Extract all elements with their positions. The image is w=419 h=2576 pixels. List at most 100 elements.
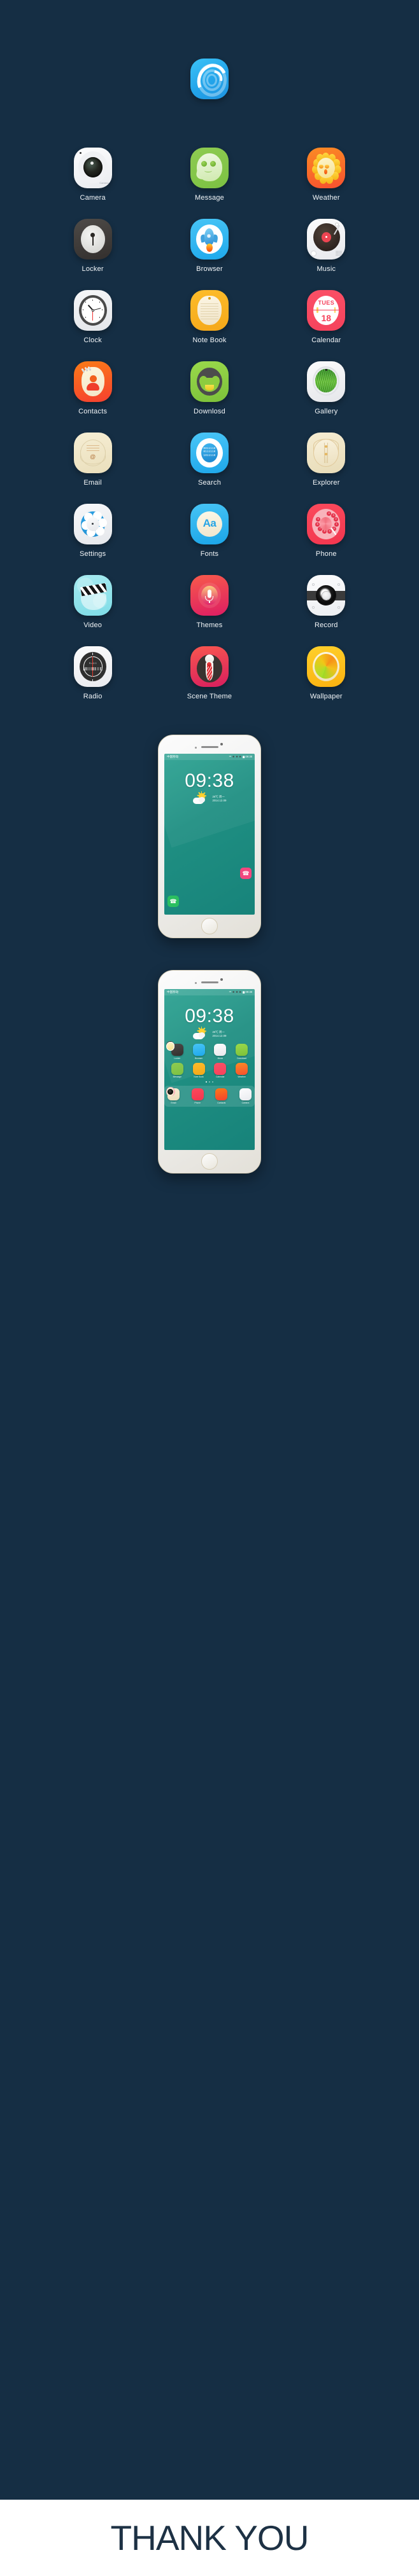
grass-photo-icon[interactable] [307, 361, 346, 402]
speaker-icon[interactable] [307, 575, 346, 616]
home-button[interactable] [201, 918, 218, 934]
app-label: Themes [196, 621, 223, 629]
sun-behind-cloud-icon [192, 1027, 210, 1040]
microphone-icon[interactable] [190, 575, 229, 616]
page-dot[interactable] [205, 1081, 208, 1083]
sunflower-icon[interactable] [167, 1042, 248, 1075]
app-cell-weather[interactable]: Weather [291, 148, 361, 202]
app-cell-search[interactable]: 0011110 0111110 1011110 Search [174, 433, 245, 487]
app-cell-camera[interactable]: Camera Camera [58, 148, 128, 202]
rocket-icon[interactable] [190, 219, 229, 260]
gear-flower-icon[interactable] [73, 504, 112, 544]
dock-app-contacts[interactable]: Contacts [167, 1087, 228, 1104]
home-app-calendar[interactable]: Calendar [166, 1041, 231, 1078]
app-cell-gallery[interactable]: Gallery [291, 361, 361, 415]
font-aa-icon[interactable]: Aa [190, 504, 229, 544]
ghost-message-icon[interactable] [190, 148, 229, 188]
homescreen-screen[interactable]: 中国移动 ᴳ³ ◾◾◾ ▆ 09:38 09:38 26℃ 周一 2014.12… [164, 989, 255, 1150]
app-cell-download[interactable]: Downlosd [174, 361, 245, 415]
page-dot[interactable] [208, 1081, 211, 1083]
app-cell-scene-theme[interactable]: Scene Theme [174, 646, 245, 700]
home-app-label: Weather [238, 1076, 246, 1078]
app-cell-locker[interactable]: Locker [58, 219, 128, 273]
app-cell-calendar[interactable]: TUES 18 Calendar [291, 290, 361, 344]
contact-card-icon[interactable] [167, 1087, 228, 1101]
lockscreen-screen[interactable]: 中国移动 ᴳ³ ◾◾◾ ▆ 09:38 09:38 26℃ 周一 2014.12… [164, 754, 255, 915]
app-label: Search [197, 479, 222, 487]
home-app-label: Message [173, 1076, 182, 1078]
app-cell-notebook[interactable]: Note Book [174, 290, 245, 344]
phone-mockups-section: 中国移动 ᴳ³ ◾◾◾ ▆ 09:38 09:38 26℃ 周一 2014.12… [0, 700, 419, 1174]
rotary-dial-icon[interactable]: 4 3 2 1 0 9 8 7 6 5 [307, 504, 346, 544]
app-cell-clock[interactable]: Clock [58, 290, 128, 344]
weather-widget[interactable]: 26℃ 周一 2014.12.09 [164, 791, 255, 805]
app-label: Clock [83, 336, 102, 344]
home-app-message[interactable]: Message [166, 1042, 187, 1078]
color-swirl-icon[interactable] [307, 646, 346, 687]
app-cell-radio[interactable]: R=80.3 Radio [58, 646, 128, 700]
notepad-icon[interactable] [166, 1041, 205, 1075]
app-cell-video[interactable]: Video [58, 575, 128, 629]
app-cell-phone[interactable]: 4 3 2 1 0 9 8 7 6 5 Phone [291, 504, 361, 558]
home-app-notebook[interactable]: Note Book [166, 1041, 209, 1078]
home-app-browser[interactable]: Browser [166, 1041, 209, 1060]
app-label: Calendar [311, 336, 341, 344]
hero-section [0, 0, 419, 99]
calendar-icon[interactable]: TUES 18 [307, 290, 346, 331]
home-app-weather[interactable]: Weather [167, 1042, 252, 1078]
app-cell-music[interactable]: Music [291, 219, 361, 273]
sunflower-icon[interactable] [307, 148, 346, 188]
vinyl-record-icon[interactable] [166, 1041, 227, 1056]
app-label: Video [83, 621, 103, 629]
status-bar: 中国移动 ᴳ³ ◾◾◾ ▆ 09:38 [164, 754, 255, 760]
weather-widget[interactable]: 26℃ 周一 2014.12.09 [164, 1027, 255, 1040]
rotary-dial-icon[interactable] [166, 1087, 204, 1101]
calendar-weekday: TUES [318, 300, 335, 306]
home-app-label: Locker [174, 1056, 181, 1060]
analog-clock-icon[interactable] [73, 290, 112, 331]
suit-tie-icon[interactable] [190, 646, 229, 687]
tuner-dial-icon[interactable]: R=80.3 [73, 646, 112, 687]
home-button[interactable] [201, 1153, 218, 1170]
camera-icon[interactable] [167, 1088, 252, 1101]
app-cell-record[interactable]: Record [291, 575, 361, 629]
page-dot[interactable] [211, 1081, 214, 1083]
envelope-at-icon[interactable]: @ [73, 433, 112, 473]
app-label: Camera [80, 194, 106, 202]
home-app-label: Download [237, 1056, 246, 1060]
phone-shortcut-icon[interactable]: ☎ [167, 896, 179, 907]
app-label: Settings [79, 550, 106, 558]
camera-icon[interactable]: Camera [73, 148, 112, 188]
keyhole-lock-icon[interactable] [73, 219, 112, 260]
download-face-icon[interactable] [190, 361, 229, 402]
rocket-icon[interactable] [166, 1041, 205, 1056]
app-cell-contacts[interactable]: Contacts [58, 361, 128, 415]
calendar-day: 18 [321, 313, 332, 323]
app-cell-message[interactable]: Message [174, 148, 245, 202]
clapperboard-icon[interactable] [73, 575, 112, 616]
binary-search-icon[interactable]: 0011110 0111110 1011110 [190, 433, 229, 473]
weather-date: 2014.12.09 [212, 1034, 227, 1037]
calendar-icon[interactable] [166, 1041, 227, 1075]
home-app-music[interactable]: Music [166, 1041, 231, 1060]
contact-card-icon[interactable] [73, 361, 112, 402]
earpiece-speaker [201, 981, 218, 984]
message-shortcut-icon[interactable]: ☎ [240, 868, 252, 879]
download-face-icon[interactable] [166, 1041, 248, 1056]
app-cell-explorer[interactable]: Explorer [291, 433, 361, 487]
app-cell-email[interactable]: @ Email [58, 433, 128, 487]
dock-app-camera[interactable]: Camera [167, 1088, 252, 1104]
folder-zip-icon[interactable] [307, 433, 346, 473]
dock-app-phone[interactable]: Phone [166, 1087, 204, 1104]
sun-behind-cloud-icon [192, 791, 210, 805]
app-cell-wallpaper[interactable]: Wallpaper [291, 646, 361, 700]
ghost-message-icon[interactable] [166, 1042, 183, 1075]
app-cell-themes[interactable]: Themes [174, 575, 245, 629]
app-cell-browser[interactable]: Browser [174, 219, 245, 273]
notepad-icon[interactable] [190, 290, 229, 331]
app-cell-fonts[interactable]: Aa Fonts [174, 504, 245, 558]
app-cell-settings[interactable]: Settings [58, 504, 128, 558]
page-indicator-dots[interactable] [164, 1081, 255, 1083]
home-app-download[interactable]: Download [166, 1041, 252, 1060]
vinyl-record-icon[interactable] [307, 219, 346, 260]
